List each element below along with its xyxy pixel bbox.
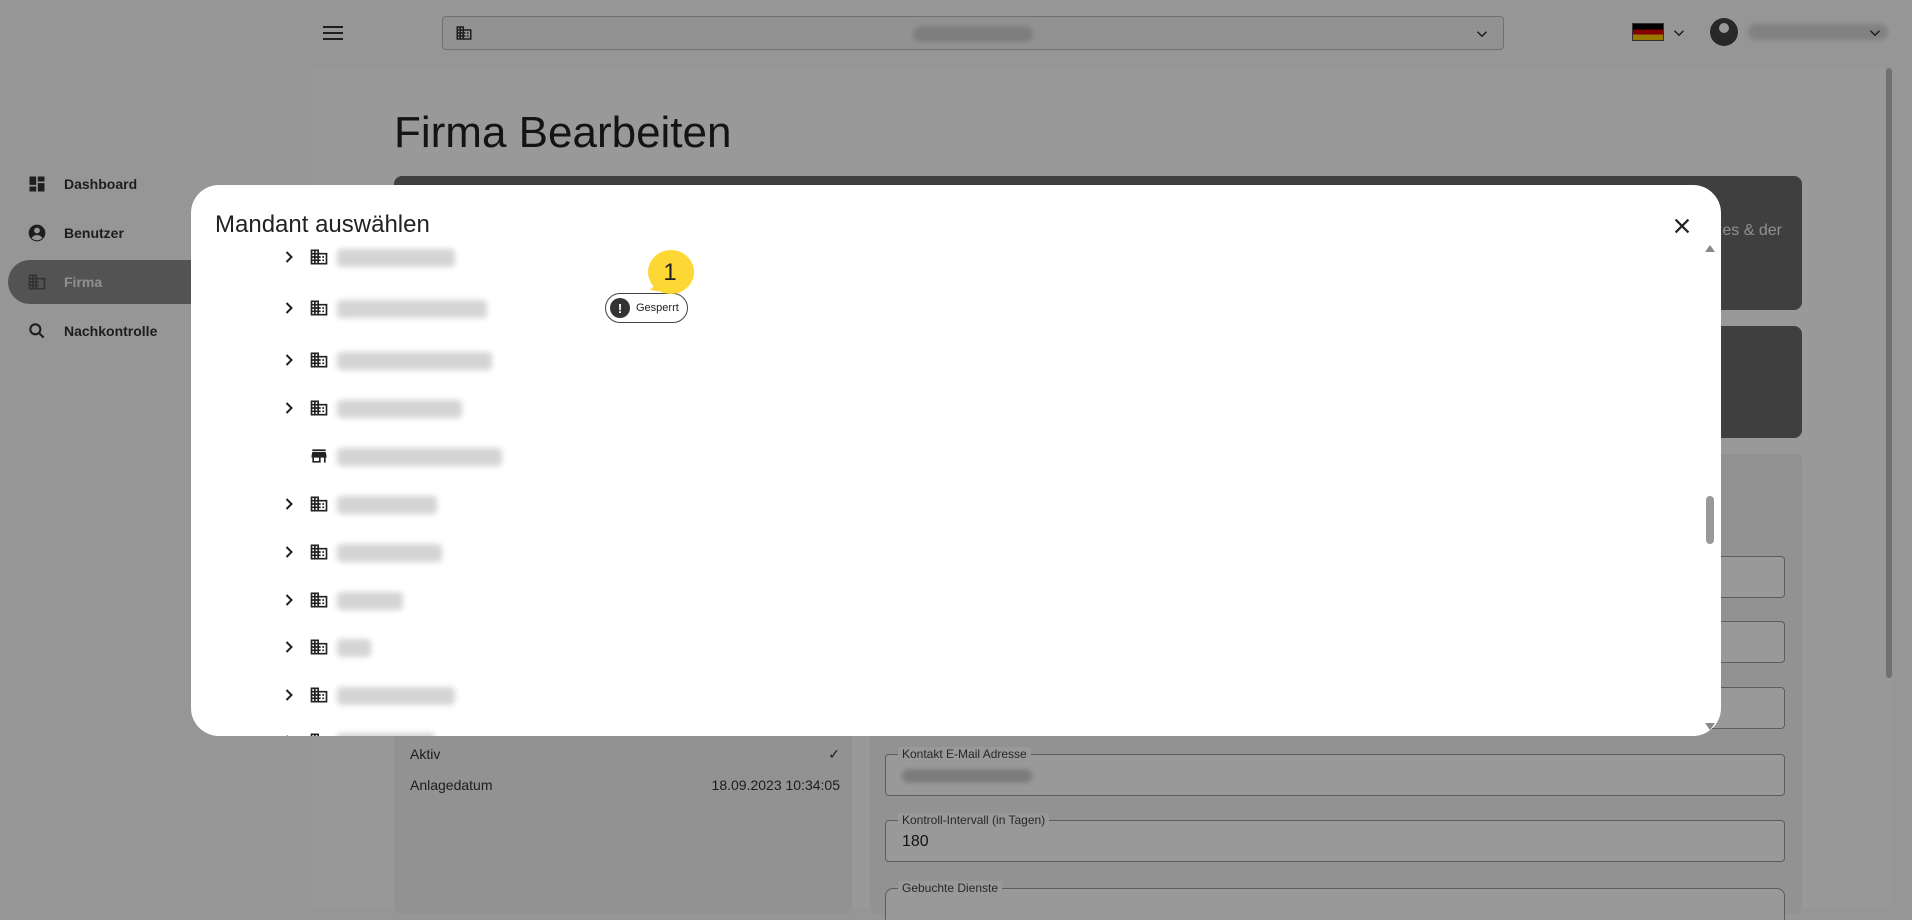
tree-row[interactable] [279, 340, 879, 380]
tenant-name [337, 733, 435, 736]
scroll-down-arrow-icon[interactable] [1705, 723, 1715, 730]
tenant-name [337, 448, 502, 466]
chevron-right-icon[interactable] [279, 637, 299, 657]
building-icon [309, 637, 329, 657]
tenant-name [337, 352, 492, 370]
chevron-right-icon[interactable] [279, 685, 299, 705]
tree-row[interactable] [279, 388, 879, 428]
status-badge: ! Gesperrt [605, 293, 688, 323]
tenant-tree: ! Gesperrt [191, 245, 1691, 736]
building-icon [309, 731, 329, 736]
error-icon: ! [610, 298, 630, 318]
tree-row[interactable] [279, 627, 879, 667]
badge-label: Gesperrt [636, 302, 679, 314]
chevron-right-icon[interactable] [279, 350, 299, 370]
tenant-name [337, 687, 455, 705]
select-tenant-dialog: Mandant auswählen ! Gesperrt [191, 185, 1721, 736]
building-icon [309, 685, 329, 705]
step-marker: 1 [640, 250, 694, 296]
tenant-name [337, 544, 442, 562]
building-icon [309, 398, 329, 418]
store-icon [309, 446, 329, 466]
tree-row[interactable] [279, 245, 879, 277]
chevron-right-icon[interactable] [279, 494, 299, 514]
tree-row[interactable]: ! Gesperrt [279, 288, 879, 328]
dialog-scrollbar[interactable] [1704, 245, 1716, 730]
tree-row[interactable] [279, 436, 879, 476]
tenant-name [337, 496, 437, 514]
scroll-up-arrow-icon[interactable] [1705, 245, 1715, 252]
building-icon [309, 247, 329, 267]
dialog-title: Mandant auswählen [215, 211, 430, 238]
tree-row[interactable] [279, 675, 879, 715]
building-icon [309, 298, 329, 318]
tree-row[interactable] [279, 532, 879, 572]
building-icon [309, 542, 329, 562]
tenant-name [337, 592, 403, 610]
chevron-right-icon[interactable] [279, 398, 299, 418]
tenant-name [337, 249, 455, 267]
close-icon[interactable] [1669, 213, 1695, 239]
chevron-right-icon[interactable] [279, 731, 299, 736]
building-icon [309, 590, 329, 610]
chevron-right-icon[interactable] [279, 542, 299, 562]
tenant-name [337, 400, 462, 418]
tree-row[interactable] [279, 580, 879, 620]
tree-row[interactable] [279, 721, 879, 736]
chevron-right-icon[interactable] [279, 298, 299, 318]
tenant-name [337, 639, 371, 657]
chevron-right-icon[interactable] [279, 590, 299, 610]
tenant-name [337, 300, 487, 318]
chevron-right-icon[interactable] [279, 247, 299, 267]
scrollbar-thumb[interactable] [1706, 496, 1714, 544]
building-icon [309, 494, 329, 514]
building-icon [309, 350, 329, 370]
step-number: 1 [663, 259, 677, 286]
tree-row[interactable] [279, 484, 879, 524]
